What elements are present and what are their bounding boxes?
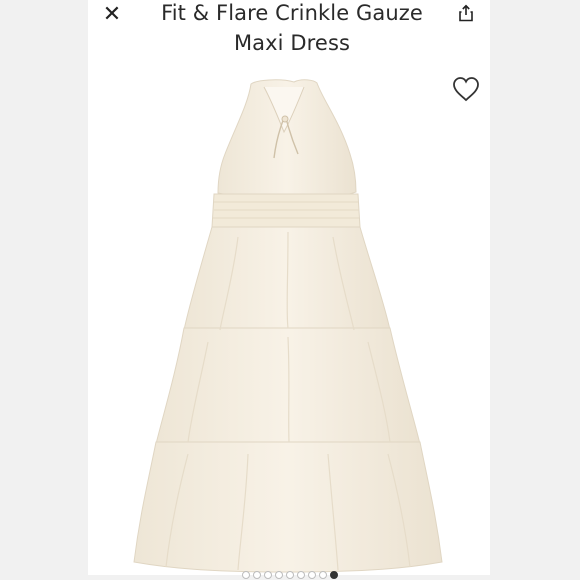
close-icon: ✕ xyxy=(102,1,122,27)
dress-image xyxy=(133,79,443,573)
carousel-dot[interactable] xyxy=(275,571,283,579)
favorite-button[interactable] xyxy=(449,72,483,106)
heart-outline-icon xyxy=(453,77,479,102)
carousel-dot[interactable] xyxy=(319,571,327,579)
carousel-dot[interactable] xyxy=(297,571,305,579)
share-icon xyxy=(459,4,473,22)
product-image[interactable] xyxy=(88,62,490,575)
carousel-dot[interactable] xyxy=(242,571,250,579)
carousel-dot[interactable] xyxy=(253,571,261,579)
carousel-dot-active[interactable] xyxy=(330,571,338,579)
carousel-dot[interactable] xyxy=(308,571,316,579)
image-carousel-dots xyxy=(0,571,580,580)
carousel-dot[interactable] xyxy=(264,571,272,579)
close-button[interactable]: ✕ xyxy=(94,0,130,28)
carousel-dot[interactable] xyxy=(286,571,294,579)
share-button[interactable] xyxy=(452,0,480,26)
product-title: Fit & Flare Crinkle Gauze Maxi Dress xyxy=(161,1,423,55)
